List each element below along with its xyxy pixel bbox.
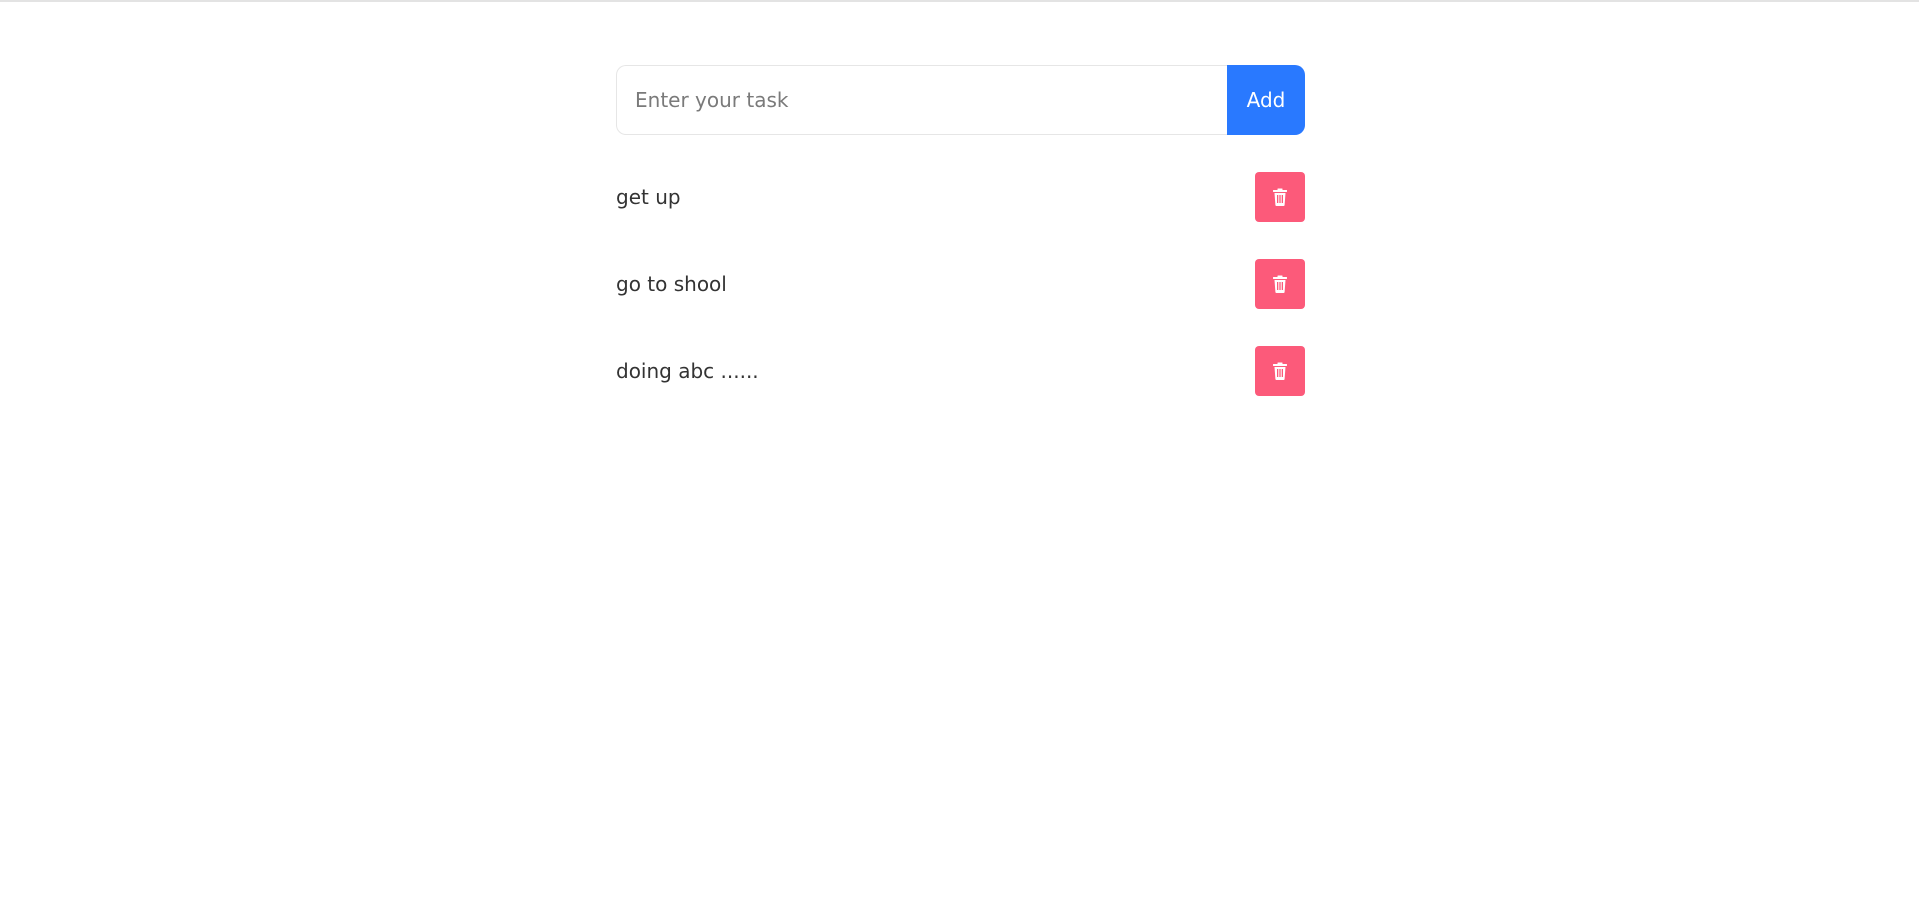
task-item: go to shool bbox=[616, 259, 1305, 309]
trash-icon bbox=[1273, 275, 1287, 293]
add-button[interactable]: Add bbox=[1227, 65, 1305, 135]
task-item: get up bbox=[616, 172, 1305, 222]
task-list: get up go to shool doing abc ...... bbox=[616, 172, 1305, 396]
delete-button[interactable] bbox=[1255, 346, 1305, 396]
top-border bbox=[0, 0, 1919, 2]
task-text: doing abc ...... bbox=[616, 359, 759, 383]
trash-icon bbox=[1273, 188, 1287, 206]
delete-button[interactable] bbox=[1255, 259, 1305, 309]
add-task-form: Add bbox=[616, 65, 1305, 135]
task-input[interactable] bbox=[616, 65, 1227, 135]
trash-icon bbox=[1273, 362, 1287, 380]
delete-button[interactable] bbox=[1255, 172, 1305, 222]
task-text: get up bbox=[616, 185, 681, 209]
todo-app: Add get up go to shool bbox=[616, 65, 1305, 396]
task-item: doing abc ...... bbox=[616, 346, 1305, 396]
task-text: go to shool bbox=[616, 272, 727, 296]
